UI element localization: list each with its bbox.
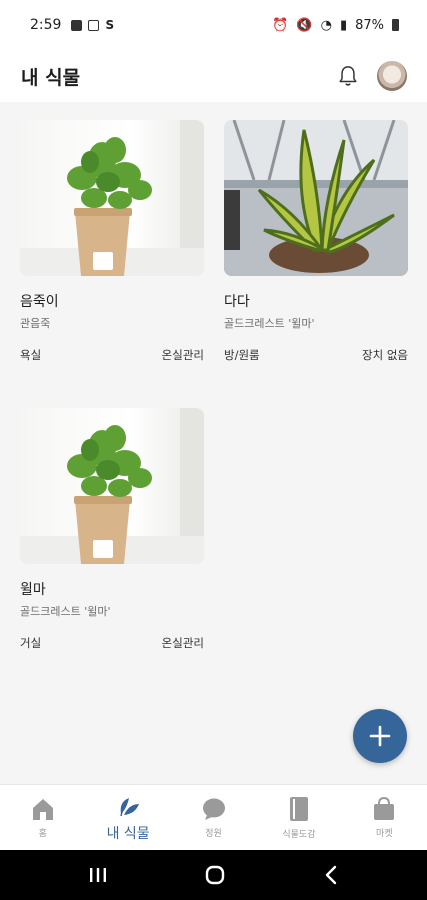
add-plant-button[interactable] <box>353 709 407 763</box>
system-navigation-bar <box>0 850 427 900</box>
home-icon <box>32 798 53 820</box>
plant-device: 장치 없음 <box>362 348 408 362</box>
plant-species: 골드크레스트 '윌마' <box>224 317 315 330</box>
nav-item-plant-guide[interactable]: 식물도감 <box>256 785 341 850</box>
bell-icon[interactable] <box>337 64 359 88</box>
bag-icon <box>374 796 395 820</box>
plant-location: 거실 <box>20 636 42 650</box>
plant-grid: 음죽이 관음죽 욕실 온실관리 다다 골드크레스트 '윌마' 방/원룸 장치 없… <box>0 102 427 784</box>
back-icon[interactable] <box>324 865 338 885</box>
plant-location: 방/원룸 <box>224 348 260 362</box>
instagram-notification-icon <box>88 19 100 31</box>
status-notification-icons: S <box>71 18 114 32</box>
plant-photo <box>224 120 408 276</box>
plant-photo <box>20 408 204 564</box>
page-title: 내 식물 <box>21 66 81 89</box>
plant-meta: 거실 온실관리 <box>20 635 204 651</box>
header-actions <box>337 61 407 91</box>
avatar[interactable] <box>377 61 407 91</box>
battery-icon <box>392 19 399 31</box>
signal-icon: ▮ <box>339 17 348 33</box>
plant-card[interactable]: 다다 골드크레스트 '윌마' 방/원룸 장치 없음 <box>224 120 408 363</box>
plant-card[interactable]: 음죽이 관음죽 욕실 온실관리 <box>20 120 204 363</box>
plant-photo <box>20 120 204 276</box>
nav-label: 홈 <box>38 828 47 839</box>
alarm-icon: ⏰ <box>272 17 289 33</box>
potted-plant-image <box>20 408 204 564</box>
plant-card[interactable]: 윌마 골드크레스트 '윌마' 거실 온실관리 <box>20 408 204 651</box>
chat-icon <box>202 798 225 820</box>
nav-item-home[interactable]: 홈 <box>0 785 85 850</box>
mute-icon: 🔇 <box>296 17 313 33</box>
status-system-icons: ⏰ 🔇 ◔ ▮ 87% <box>272 18 399 33</box>
nav-label: 정원 <box>205 828 222 839</box>
s-notification-icon: S <box>105 18 115 32</box>
plant-name: 음죽이 <box>20 294 59 310</box>
nav-item-my-plants[interactable]: 내 식물 <box>85 785 170 850</box>
plant-device: 온실관리 <box>161 348 204 362</box>
plant-name: 다다 <box>224 294 250 310</box>
plant-species: 골드크레스트 '윌마' <box>20 605 111 618</box>
book-icon <box>289 796 308 821</box>
recent-apps-icon[interactable] <box>89 867 107 883</box>
nav-item-garden[interactable]: 정원 <box>171 785 256 850</box>
plant-species: 관음죽 <box>20 317 51 330</box>
gallery-notification-icon <box>71 19 83 31</box>
plant-meta: 욕실 온실관리 <box>20 347 204 363</box>
home-button-icon[interactable] <box>205 865 225 885</box>
plant-location: 욕실 <box>20 348 42 362</box>
nav-label: 식물도감 <box>282 829 316 840</box>
plant-name: 윌마 <box>20 582 46 598</box>
leaf-icon <box>120 798 140 817</box>
plant-device: 온실관리 <box>161 636 204 650</box>
nav-label: 마켓 <box>376 828 393 839</box>
status-time: 2:59 <box>30 17 62 33</box>
app-header: 내 식물 <box>0 50 427 102</box>
potted-plant-image <box>20 120 204 276</box>
plant-meta: 방/원룸 장치 없음 <box>224 347 408 363</box>
snake-plant-image <box>224 120 408 276</box>
battery-percent: 87% <box>355 17 384 33</box>
bottom-navigation: 홈 내 식물 정원 식물도감 마켓 <box>0 784 427 850</box>
nav-label: 내 식물 <box>106 826 150 842</box>
plus-icon <box>369 725 391 747</box>
nav-item-market[interactable]: 마켓 <box>342 785 427 850</box>
status-bar: 2:59 S ⏰ 🔇 ◔ ▮ 87% <box>0 0 427 50</box>
wifi-icon: ◔ <box>320 17 332 33</box>
